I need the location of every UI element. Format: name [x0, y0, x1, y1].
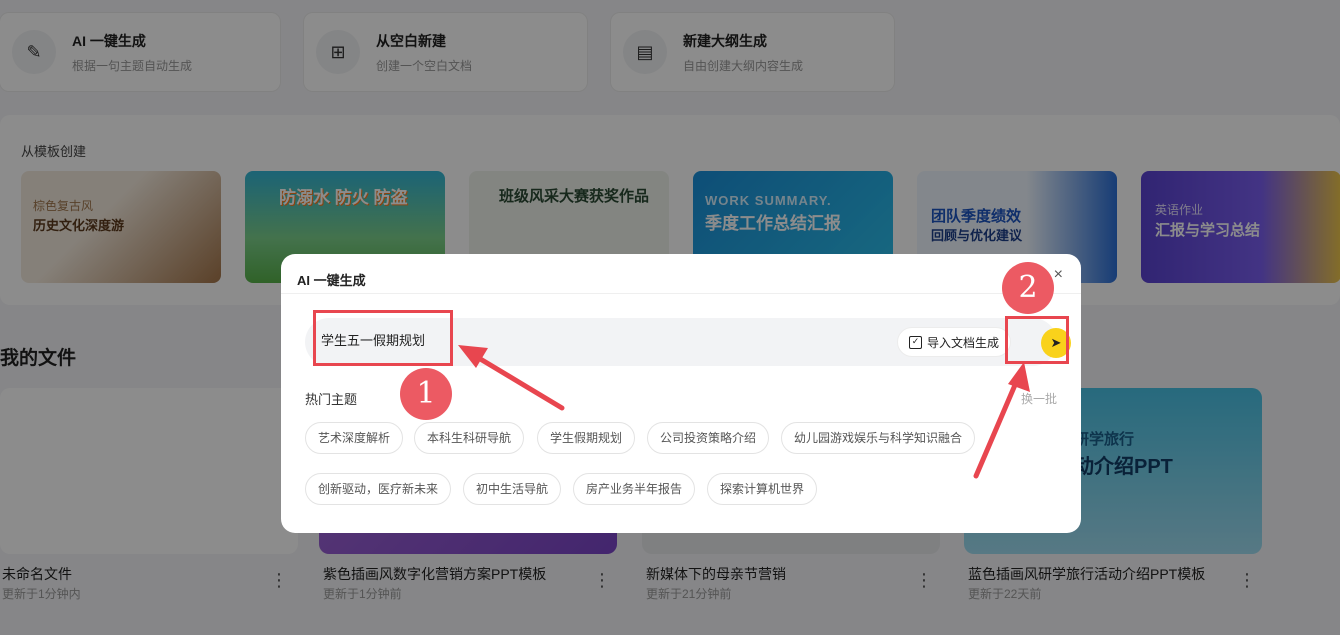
- topic-chip[interactable]: 初中生活导航: [463, 473, 562, 505]
- close-icon[interactable]: ×: [1054, 266, 1063, 284]
- checkbox-edit-icon: ✓: [909, 335, 922, 349]
- topic-chip[interactable]: 本科生科研导航: [414, 422, 525, 454]
- topic-chip[interactable]: 公司投资策略介绍: [647, 422, 770, 454]
- import-document-button[interactable]: ✓ 导入文档生成: [897, 327, 1012, 357]
- refresh-topics-button[interactable]: 换一批: [1021, 390, 1057, 407]
- hot-topics-label: 热门主题: [305, 392, 358, 407]
- step-badge-2: 2: [1002, 262, 1054, 314]
- topic-chip[interactable]: 探索计算机世界: [707, 473, 818, 505]
- topic-chip[interactable]: 房产业务半年报告: [573, 473, 696, 505]
- import-document-label: 导入文档生成: [927, 335, 1000, 350]
- step-badge-1: 1: [400, 368, 452, 420]
- topic-chip[interactable]: 创新驱动，医疗新未来: [305, 473, 452, 505]
- topic-chip[interactable]: 艺术深度解析: [305, 422, 404, 454]
- topic-chip[interactable]: 幼儿园游戏娱乐与科学知识融合: [781, 422, 976, 454]
- dialog-title: AI 一键生成: [297, 273, 366, 288]
- highlight-box-input: [313, 310, 453, 366]
- topic-chip[interactable]: 学生假期规划: [537, 422, 636, 454]
- highlight-box-send: [1005, 316, 1069, 364]
- divider: [281, 293, 1081, 294]
